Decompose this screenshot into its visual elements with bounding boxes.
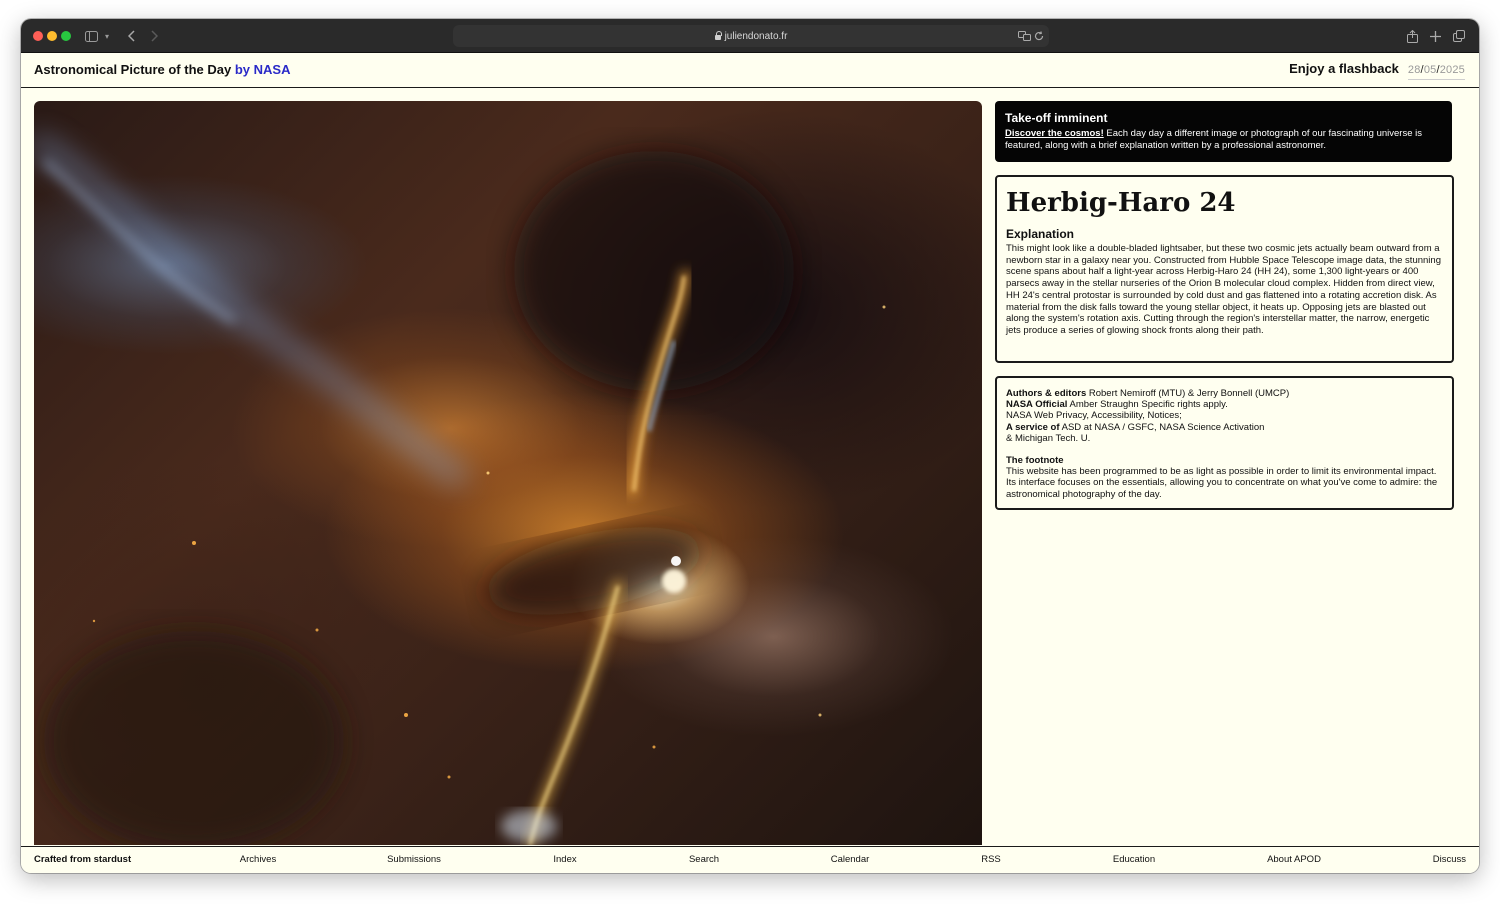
footer-link-education[interactable]: Education bbox=[1113, 854, 1155, 865]
footer-link-index[interactable]: Index bbox=[553, 854, 576, 865]
official-line: NASA Official Amber Straughn Specific ri… bbox=[1006, 399, 1443, 410]
forward-button[interactable] bbox=[147, 25, 161, 47]
site-header: Astronomical Picture of the Day by NASA … bbox=[21, 53, 1479, 88]
date-year: 2025 bbox=[1439, 64, 1465, 76]
flashback-label: Enjoy a flashback bbox=[1289, 61, 1399, 76]
share-icon[interactable] bbox=[1404, 25, 1420, 47]
zoom-window-button[interactable] bbox=[61, 31, 71, 41]
nebula-jets-graphic bbox=[34, 131, 886, 845]
banner-text: Discover the cosmos! Each day day a diff… bbox=[1005, 128, 1442, 152]
official-value: Amber Straughn Specific rights apply. bbox=[1067, 399, 1228, 411]
explanation-heading: Explanation bbox=[1006, 227, 1075, 241]
date-month: 05 bbox=[1423, 64, 1437, 76]
footer-link-about-apod[interactable]: About APOD bbox=[1267, 854, 1321, 865]
authors-label: Authors & editors bbox=[1006, 388, 1087, 399]
reload-icon[interactable] bbox=[1032, 25, 1046, 47]
footer-link-search[interactable]: Search bbox=[689, 854, 719, 865]
minimize-window-button[interactable] bbox=[47, 31, 57, 41]
banner-title: Take-off imminent bbox=[1005, 111, 1108, 125]
explanation-card: Herbig-Haro 24 Explanation This might lo… bbox=[995, 175, 1454, 363]
close-window-button[interactable] bbox=[33, 31, 43, 41]
discover-cosmos-link[interactable]: Discover the cosmos! bbox=[1005, 128, 1104, 139]
footnote-text: This website has been programmed to be a… bbox=[1006, 466, 1438, 500]
service-line-2: & Michigan Tech. U. bbox=[1006, 432, 1091, 444]
official-label: NASA Official bbox=[1006, 399, 1068, 411]
authors-value: Robert Nemiroff (MTU) & Jerry Bonnell (U… bbox=[1086, 388, 1290, 399]
site-title-main: Astronomical Picture of the Day bbox=[34, 62, 232, 77]
footer-link-rss[interactable]: RSS bbox=[981, 854, 1001, 865]
site-footer: Crafted from stardust Archives Submissio… bbox=[21, 846, 1479, 873]
sidebar-toggle-icon[interactable] bbox=[83, 25, 99, 47]
footer-link-archives[interactable]: Archives bbox=[240, 854, 276, 865]
date-input[interactable]: 28/05/2025 bbox=[1407, 64, 1465, 80]
date-day: 28 bbox=[1407, 64, 1421, 76]
address-bar[interactable]: juliendonato.fr bbox=[453, 25, 1049, 47]
new-tab-icon[interactable] bbox=[1427, 25, 1443, 47]
service-value: ASD at NASA / GSFC, NASA Science Activat… bbox=[1059, 421, 1265, 433]
intro-banner: Take-off imminent Discover the cosmos! E… bbox=[995, 101, 1452, 162]
browser-window: ▾ juliendonato.fr Astronomical Picture o… bbox=[21, 19, 1479, 873]
flashback-picker: Enjoy a flashback 28/05/2025 bbox=[1289, 61, 1465, 80]
tab-overview-icon[interactable] bbox=[1451, 25, 1467, 47]
credits-card: Authors & editors Robert Nemiroff (MTU) … bbox=[995, 376, 1454, 510]
site-title[interactable]: Astronomical Picture of the Day by NASA bbox=[34, 62, 290, 77]
back-button[interactable] bbox=[125, 25, 139, 47]
privacy-line[interactable]: NASA Web Privacy, Accessibility, Notices… bbox=[1006, 410, 1443, 421]
address-url: juliendonato.fr bbox=[724, 30, 788, 42]
site-title-by-nasa[interactable]: by NASA bbox=[235, 62, 291, 77]
explanation-text: This might look like a double-bladed lig… bbox=[1006, 243, 1441, 336]
lock-icon bbox=[714, 30, 722, 40]
footer-link-submissions[interactable]: Submissions bbox=[387, 854, 441, 865]
apod-title: Herbig-Haro 24 bbox=[1006, 188, 1236, 218]
service-label: A service of bbox=[1006, 421, 1060, 433]
footnote-title: The footnote bbox=[1006, 455, 1064, 467]
browser-toolbar: ▾ juliendonato.fr bbox=[21, 19, 1479, 53]
service-line: A service of ASD at NASA / GSFC, NASA Sc… bbox=[1006, 422, 1443, 433]
footer-link-calendar[interactable]: Calendar bbox=[831, 854, 870, 865]
translate-icon[interactable] bbox=[1016, 25, 1032, 47]
authors-line: Authors & editors Robert Nemiroff (MTU) … bbox=[1006, 388, 1443, 399]
chevron-down-icon[interactable]: ▾ bbox=[102, 25, 112, 47]
footer-link-discuss[interactable]: Discuss bbox=[1433, 854, 1466, 865]
footer-crafted-label: Crafted from stardust bbox=[34, 854, 132, 865]
apod-image[interactable] bbox=[34, 101, 982, 845]
